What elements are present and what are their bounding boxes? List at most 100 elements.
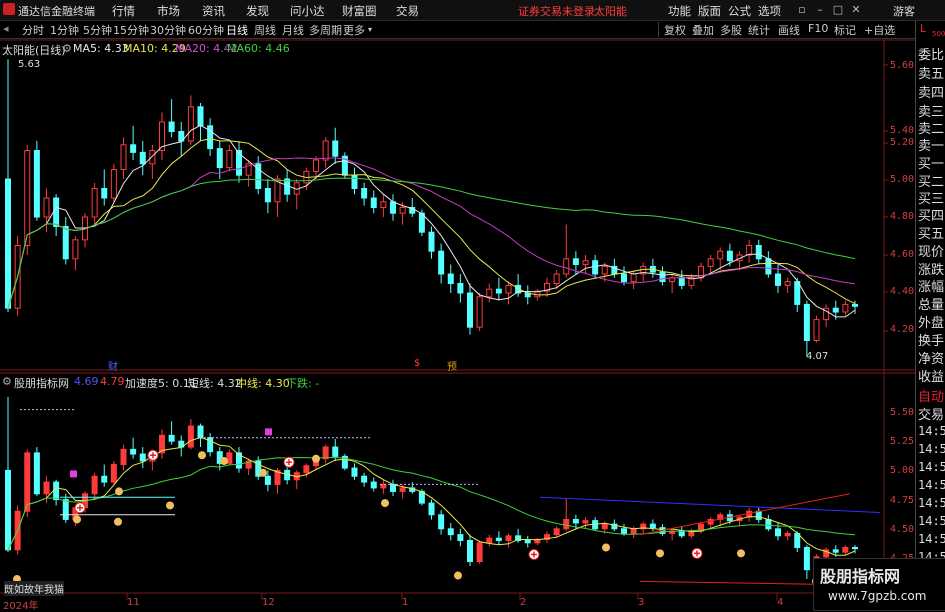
candle-body xyxy=(755,245,762,260)
candle-body xyxy=(370,197,377,208)
ind-candle-body xyxy=(505,535,512,541)
channel-upper-line xyxy=(639,493,851,536)
candle-body xyxy=(592,260,599,275)
side-item[interactable]: 卖五 xyxy=(918,63,945,82)
ind-candle-body xyxy=(678,530,685,537)
side-tab-trade[interactable]: 交易 xyxy=(918,404,945,423)
ma5-line xyxy=(7,124,856,318)
candle-body xyxy=(24,150,31,246)
marker-dollar[interactable]: $ xyxy=(414,358,420,369)
candle-body xyxy=(438,250,445,275)
candle-body xyxy=(765,258,772,275)
candle-body xyxy=(322,140,329,161)
side-item[interactable]: 涨幅 xyxy=(918,276,945,295)
side-item[interactable]: 净资 xyxy=(918,348,945,367)
ind-candle-body xyxy=(621,528,627,534)
side-item[interactable]: 收益 xyxy=(918,366,945,385)
candle-body xyxy=(794,281,801,305)
hand-signal-icon xyxy=(166,501,174,510)
kline-chart[interactable] xyxy=(0,0,915,609)
date-label: 2 xyxy=(520,597,527,608)
low-price-mark: 4.07 xyxy=(806,351,829,362)
candle-body xyxy=(380,201,387,209)
ind-candle-body xyxy=(130,448,137,455)
candle-body xyxy=(399,207,406,214)
side-item[interactable]: 买一 xyxy=(918,153,945,172)
ind-candle-body xyxy=(303,465,310,474)
candle-body xyxy=(457,283,464,294)
candle-body xyxy=(313,159,319,172)
side-tab-auto[interactable]: 自动 xyxy=(918,386,945,405)
candle-body xyxy=(428,231,435,252)
candle-body xyxy=(601,265,608,275)
tick-time: 14:56 xyxy=(918,496,945,510)
ind-candle-body xyxy=(476,542,483,563)
ind-candle-body xyxy=(803,546,810,571)
ind-candle-body xyxy=(630,528,637,534)
candle-body xyxy=(149,150,156,165)
date-label: 4 xyxy=(777,597,784,608)
ind-candle-body xyxy=(197,425,204,439)
candle-body xyxy=(621,273,627,283)
candle-body xyxy=(775,273,781,286)
candle-body xyxy=(101,188,108,199)
ind-candle-body xyxy=(765,518,772,530)
date-label: 11 xyxy=(127,597,140,608)
side-item[interactable]: 现价 xyxy=(918,241,945,260)
side-item[interactable]: 买四 xyxy=(918,205,945,224)
ind-candle-body xyxy=(572,518,579,524)
tick-time: 14:56 xyxy=(918,460,945,474)
ind-candle-body xyxy=(755,510,762,520)
side-toggle[interactable]: L xyxy=(920,22,926,35)
ind-tick: 5.00 xyxy=(890,465,915,476)
hand-signal-icon xyxy=(115,487,123,496)
ind-candle-body xyxy=(139,453,146,462)
candle-body xyxy=(91,188,98,218)
ind-candle-body xyxy=(457,534,464,541)
ind-candle-body xyxy=(495,537,502,541)
side-item[interactable]: 总量 xyxy=(918,294,945,313)
y-tick: 5.60 xyxy=(890,60,915,71)
side-item[interactable]: 卖一 xyxy=(918,135,945,154)
ind-candle-body xyxy=(53,481,60,501)
y-tick: 4.60 xyxy=(890,249,915,260)
candle-body xyxy=(390,201,396,214)
date-label: 3 xyxy=(638,597,645,608)
side-item[interactable]: 委比 xyxy=(918,44,945,63)
side-item[interactable]: 换手 xyxy=(918,330,945,349)
candle-body xyxy=(630,273,637,283)
hand-signal-icon xyxy=(737,549,745,558)
candle-body xyxy=(361,188,368,199)
side-item[interactable]: 卖四 xyxy=(918,82,945,101)
ind-candle-body xyxy=(187,425,194,448)
side-item[interactable]: 外盘 xyxy=(918,312,945,331)
ind-candle-body xyxy=(832,549,839,553)
candle-body xyxy=(216,148,223,169)
hand-signal-icon xyxy=(602,543,610,552)
candle-body xyxy=(717,250,724,260)
candle-body xyxy=(110,169,117,199)
ind-tick: 5.50 xyxy=(890,407,915,418)
candle-body xyxy=(120,144,127,171)
candle-body xyxy=(746,245,753,256)
ind-candle-body xyxy=(33,452,40,495)
tick-time: 14:56 xyxy=(918,478,945,492)
y-tick: 5.40 xyxy=(890,125,915,136)
candle-body xyxy=(197,106,204,127)
ind-short-line xyxy=(7,436,856,556)
candle-body xyxy=(505,284,512,294)
marker-cai[interactable]: 财 xyxy=(108,358,118,373)
date-label: 12 xyxy=(262,597,275,608)
candle-body xyxy=(726,250,733,262)
side-item[interactable]: 买五 xyxy=(918,223,945,242)
candle-body xyxy=(139,151,146,165)
candle-body xyxy=(563,258,570,275)
ind-candle-body xyxy=(168,434,175,442)
candle-body xyxy=(43,197,50,218)
marker-yu[interactable]: 预 xyxy=(447,358,457,373)
hand-signal-icon xyxy=(656,549,664,558)
candle-body xyxy=(572,258,579,265)
candle-body xyxy=(784,281,791,286)
ind-candle-body xyxy=(361,475,368,483)
candle-body xyxy=(53,197,60,227)
